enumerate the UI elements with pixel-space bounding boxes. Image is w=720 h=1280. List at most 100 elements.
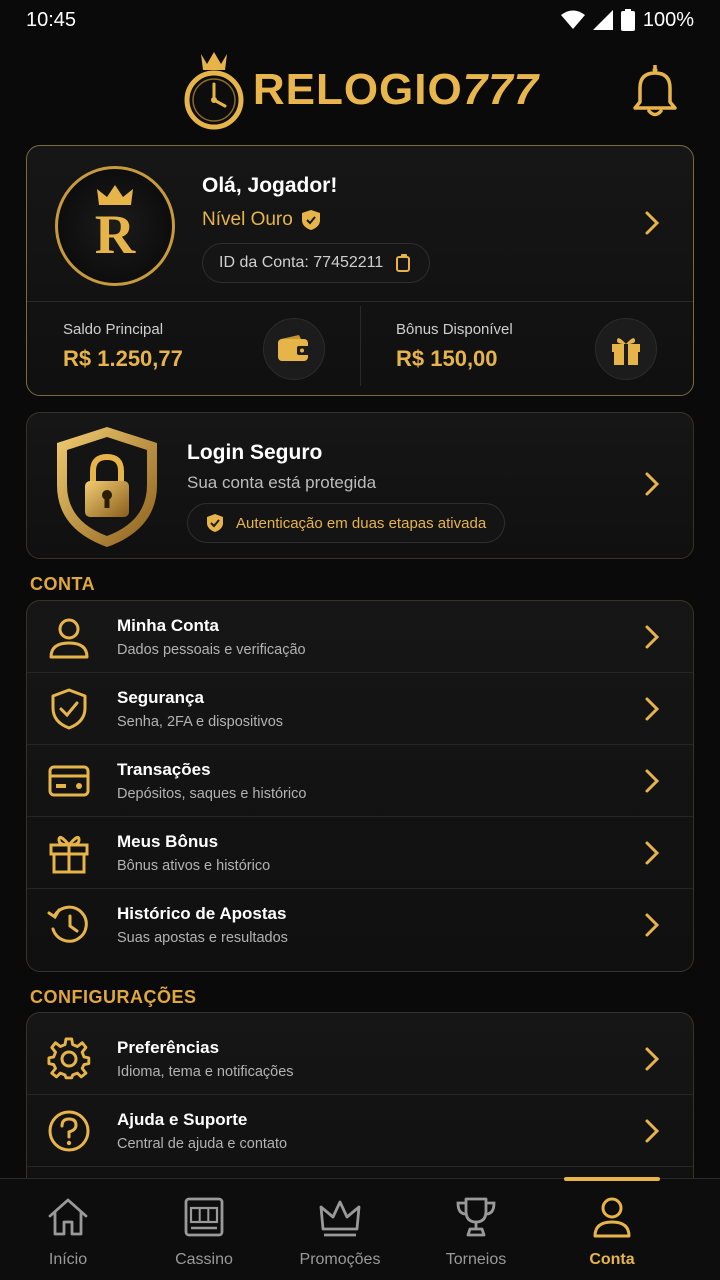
menu-title: Preferências [117, 1038, 220, 1057]
menu-title: Ajuda e Suporte [117, 1110, 248, 1129]
brand-name: RELOGIO777 [253, 65, 539, 115]
menu-title: Minha Conta [117, 616, 219, 635]
brand-word: RELOGIO [252, 65, 463, 114]
chevron-right-icon [645, 625, 660, 649]
account-menu: Minha Conta Dados pessoais e verificação… [26, 600, 694, 972]
menu-subtitle: Suas apostas e resultados [117, 930, 288, 946]
wallet-icon [278, 335, 310, 361]
chevron-right-icon [645, 769, 660, 793]
app-header: RELOGIO777 [0, 40, 720, 140]
account-id: ID da Conta: 77452211 [219, 254, 384, 271]
menu-item-security[interactable]: Segurança Senha, 2FA e dispositivos [27, 673, 693, 745]
menu-subtitle: Senha, 2FA e dispositivos [117, 714, 284, 730]
nav-label: Conta [589, 1251, 635, 1268]
shield-badge-icon [301, 210, 320, 230]
secure-login-title: Login Seguro [187, 441, 323, 464]
chevron-right-icon [645, 841, 660, 865]
nav-label: Cassino [175, 1251, 233, 1268]
settings-menu: Preferências Idioma, tema e notificações… [26, 1012, 694, 1202]
menu-subtitle: Central de ajuda e contato [117, 1136, 288, 1152]
nav-item-tournaments[interactable]: Torneios [408, 1179, 544, 1280]
bonus-value: R$ 150,00 [396, 346, 498, 371]
main-balance-label: Saldo Principal [63, 321, 164, 338]
brand-logo[interactable]: RELOGIO777 [181, 50, 539, 130]
menu-title: Transações [117, 760, 211, 779]
card-icon [48, 765, 90, 797]
nav-label: Torneios [445, 1251, 507, 1268]
nav-item-promotions[interactable]: Promoções [272, 1179, 408, 1280]
menu-subtitle: Dados pessoais e verificação [117, 642, 306, 658]
user-icon [49, 618, 89, 659]
nav-item-home[interactable]: Início [0, 1179, 136, 1280]
balance-divider [360, 306, 361, 386]
menu-item-bonuses[interactable]: Meus Bônus Bônus ativos e histórico [27, 817, 693, 889]
menu-item-help[interactable]: Ajuda e Suporte Central de ajuda e conta… [27, 1095, 693, 1167]
bottom-navigation: Início Cassino Promoções Torneios Conta [0, 1177, 720, 1280]
nav-label: Início [48, 1251, 88, 1268]
account-id-pill[interactable]: ID da Conta: 77452211 [202, 243, 431, 283]
secure-login-chevron-icon[interactable] [643, 471, 661, 497]
nav-label: Promoções [299, 1251, 381, 1268]
help-icon [48, 1110, 90, 1152]
user-icon [593, 1197, 631, 1238]
twofa-status-text: Autenticação em duas etapas ativada [236, 514, 487, 532]
menu-item-bet-history[interactable]: Histórico de Apostas Suas apostas e resu… [27, 889, 693, 961]
menu-title: Meus Bônus [117, 832, 219, 851]
chevron-right-icon [645, 697, 660, 721]
bell-icon[interactable] [630, 64, 680, 118]
secure-login-subtitle: Sua conta está protegida [187, 473, 377, 492]
section-title-account: CONTA [30, 574, 96, 594]
chevron-right-icon [645, 1047, 660, 1071]
level-badge: Nível Ouro [202, 209, 321, 231]
avatar-crown-icon [97, 185, 133, 205]
greeting: Olá, Jogador! [202, 174, 338, 197]
menu-subtitle: Idioma, tema e notificações [117, 1064, 294, 1080]
level-label: Nível Ouro [202, 209, 293, 230]
gear-icon [47, 1037, 91, 1080]
slot-machine-icon [184, 1197, 224, 1237]
chevron-right-icon [645, 1119, 660, 1143]
copy-icon[interactable] [395, 253, 413, 273]
home-icon [48, 1198, 88, 1236]
chevron-right-icon [645, 913, 660, 937]
menu-subtitle: Bônus ativos e histórico [117, 858, 271, 874]
twofa-status-pill: Autenticação em duas etapas ativada [187, 503, 506, 543]
shield-check-icon [51, 688, 87, 730]
bonus-label: Bônus Disponível [396, 321, 513, 338]
trophy-icon [456, 1197, 496, 1237]
menu-item-preferences[interactable]: Preferências Idioma, tema e notificações [27, 1023, 693, 1095]
menu-title: Histórico de Apostas [117, 904, 287, 923]
menu-item-transactions[interactable]: Transações Depósitos, saques e histórico [27, 745, 693, 817]
menu-item-my-account[interactable]: Minha Conta Dados pessoais e verificação [27, 601, 693, 673]
secure-login-card[interactable]: Login Seguro Sua conta está protegida Au… [26, 412, 694, 559]
crown-icon [319, 1200, 361, 1237]
status-time: 10:45 [26, 8, 77, 31]
battery-level: 100% [642, 8, 694, 31]
brand-number: 777 [462, 65, 540, 114]
section-title-settings: CONFIGURAÇÕES [30, 987, 197, 1007]
battery-icon [620, 9, 635, 31]
shield-check-small-icon [207, 514, 223, 532]
main-balance-value: R$ 1.250,77 [63, 346, 183, 371]
nav-item-casino[interactable]: Cassino [136, 1179, 272, 1280]
profile-divider [27, 301, 693, 302]
active-tab-indicator [564, 1177, 660, 1181]
avatar[interactable]: R [55, 166, 175, 286]
status-bar: 10:45 100% [0, 0, 720, 40]
wifi-icon [560, 10, 585, 29]
gift-button[interactable] [595, 318, 657, 380]
status-icons: 100% [560, 8, 694, 32]
clock-crown-icon [184, 52, 244, 130]
gift-icon [49, 835, 89, 874]
history-icon [47, 905, 88, 943]
profile-chevron-icon[interactable] [643, 210, 661, 236]
menu-subtitle: Depósitos, saques e histórico [117, 786, 307, 802]
nav-item-account[interactable]: Conta [544, 1177, 680, 1280]
menu-title: Segurança [117, 688, 204, 707]
signal-icon [592, 10, 613, 30]
gift-icon [612, 338, 640, 365]
wallet-button[interactable] [263, 318, 325, 380]
profile-card[interactable]: R Olá, Jogador! Nível Ouro ID da Conta: … [26, 145, 694, 396]
shield-lock-icon [57, 427, 157, 547]
avatar-letter: R [94, 204, 136, 266]
